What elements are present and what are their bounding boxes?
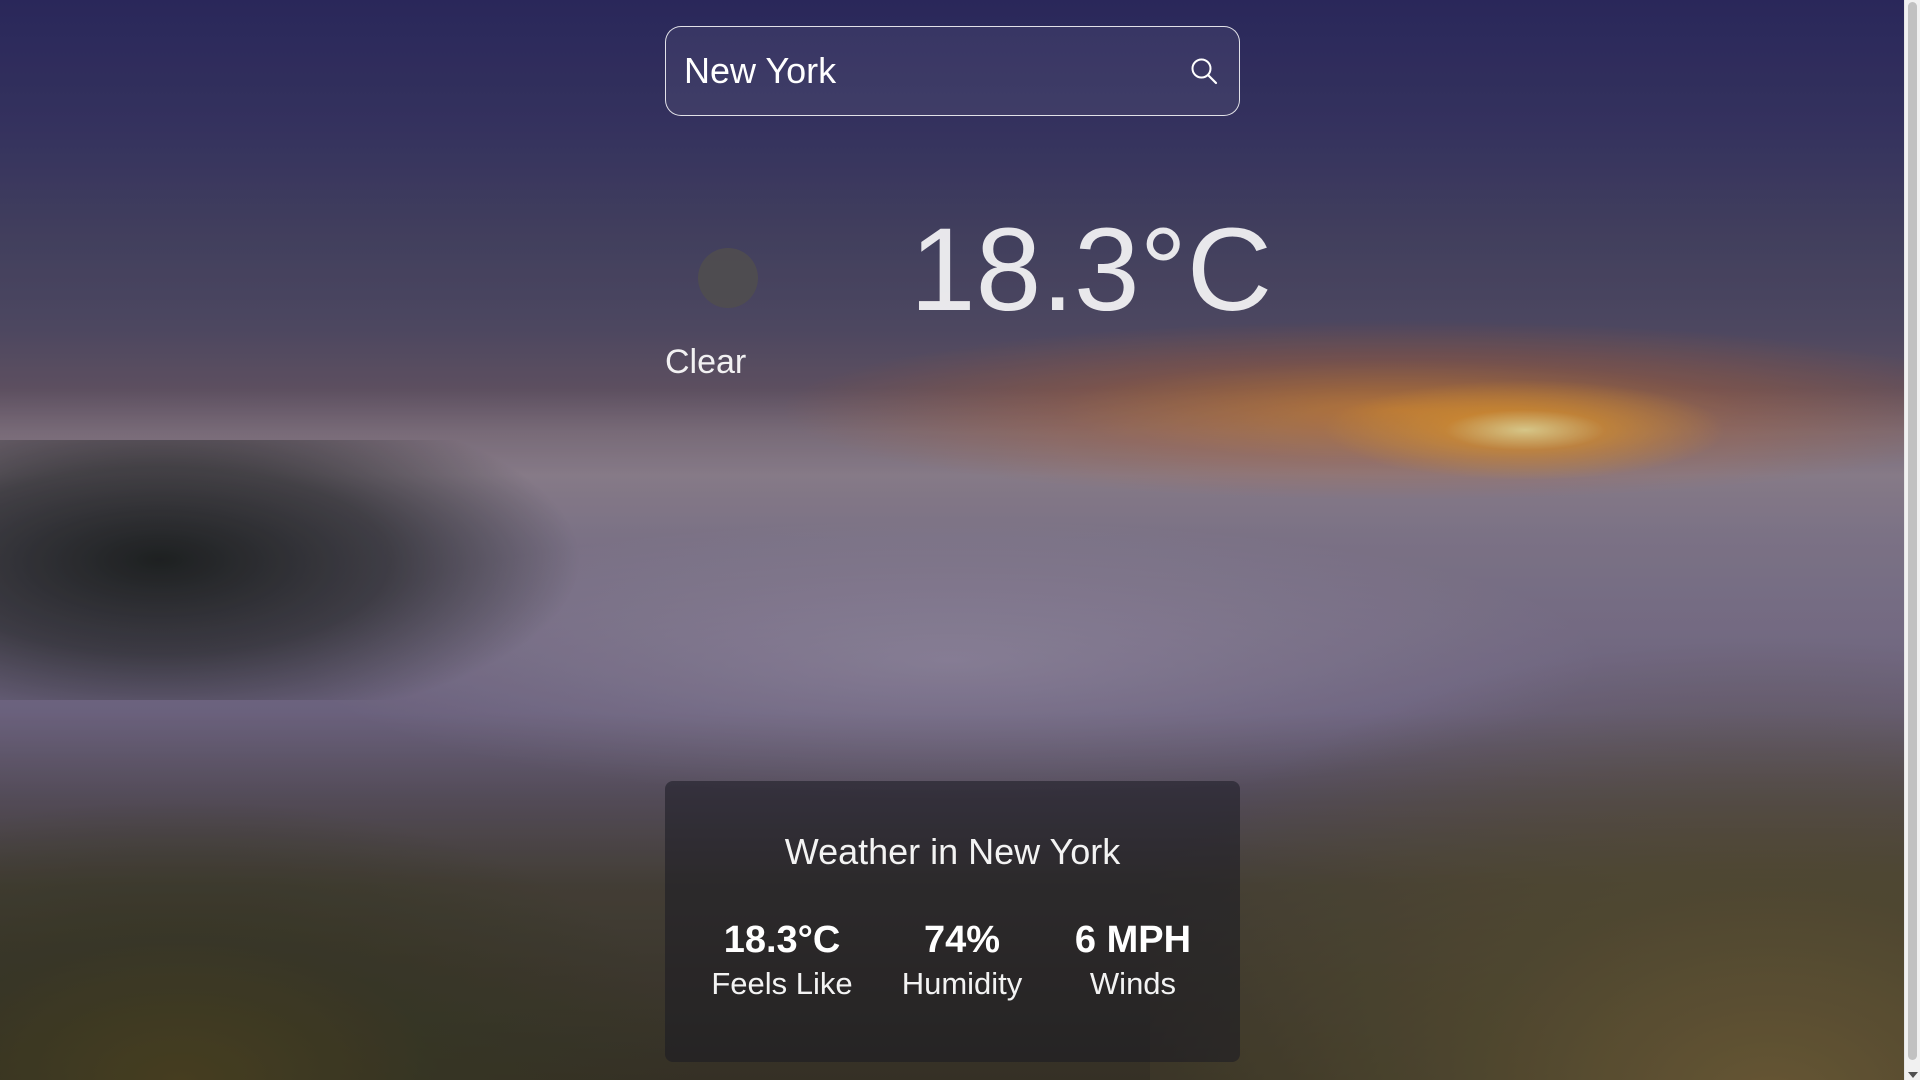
search-button[interactable]: [1169, 27, 1239, 115]
stat-feels-like: 18.3°C Feels Like: [702, 917, 862, 1005]
stat-humidity: 74% Humidity: [882, 917, 1042, 1005]
humidity-value: 74%: [923, 919, 1001, 961]
scroll-down-arrow-icon[interactable]: [1908, 1072, 1918, 1078]
search-icon: [1191, 58, 1218, 85]
humidity-label: Humidity: [901, 966, 1023, 1001]
card-title: Weather in New York: [784, 831, 1121, 872]
current-temperature: 18.3°C: [910, 204, 1273, 336]
feels-like-value: 18.3°C: [723, 919, 841, 961]
winds-label: Winds: [1089, 966, 1177, 1001]
page-scrollbar[interactable]: [1904, 0, 1920, 1080]
feels-like-label: Feels Like: [711, 966, 853, 1001]
weather-details-card: Weather in New York 18.3°C Feels Like 74…: [665, 781, 1240, 1062]
stat-winds: 6 MPH Winds: [1053, 917, 1213, 1005]
weather-condition: Clear: [665, 343, 747, 381]
search-input[interactable]: [666, 26, 1169, 116]
search-bar: [665, 26, 1240, 116]
winds-value: 6 MPH: [1074, 919, 1192, 961]
weather-app: Clear 18.3°C Weather in New York 18.3°C …: [0, 0, 1920, 1080]
scrollbar-thumb[interactable]: [1908, 2, 1917, 1060]
weather-icon: [698, 248, 758, 308]
